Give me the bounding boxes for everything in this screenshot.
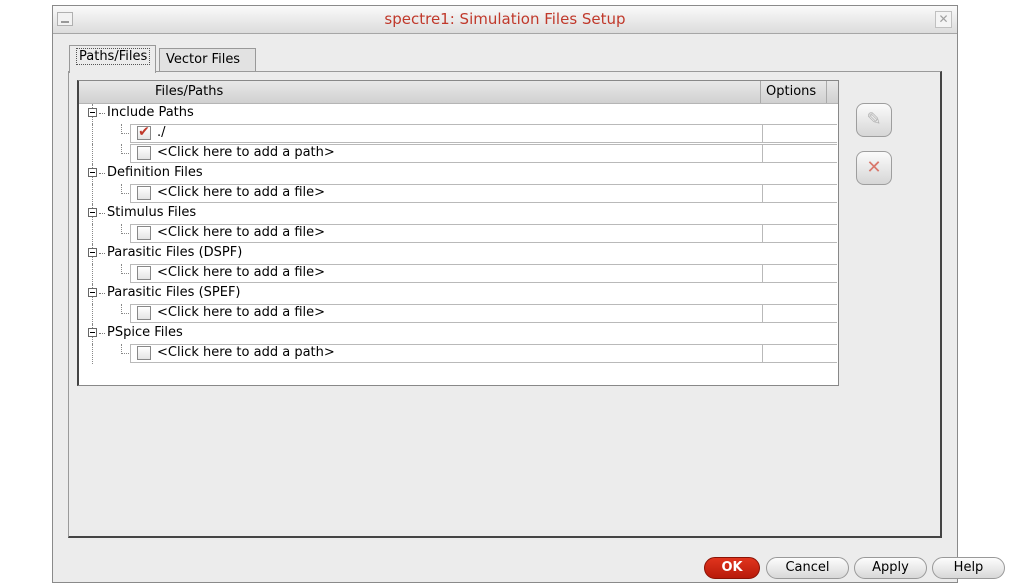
path-label[interactable]: <Click here to add a file> xyxy=(157,225,325,240)
files-tree-table[interactable]: Files/Paths Options Include Paths ✔ ./ <Cli… xyxy=(77,80,839,386)
options-cell[interactable] xyxy=(762,264,837,283)
collapse-icon[interactable] xyxy=(88,108,97,117)
close-icon[interactable]: ✕ xyxy=(935,11,952,28)
enable-checkbox[interactable]: ✔ xyxy=(137,125,151,140)
edit-icon: ✎ xyxy=(866,109,882,130)
tree-child-row[interactable]: <Click here to add a file> xyxy=(79,304,838,324)
tree-guide xyxy=(99,213,105,214)
enable-checkbox[interactable] xyxy=(137,306,151,320)
group-label: PSpice Files xyxy=(107,325,183,340)
tree-guide xyxy=(121,193,129,194)
tree-guide xyxy=(121,353,129,354)
tree-group-row[interactable]: Definition Files xyxy=(79,164,838,184)
enable-checkbox[interactable] xyxy=(137,146,151,160)
tree-guide xyxy=(99,333,105,334)
group-label: Parasitic Files (SPEF) xyxy=(107,285,241,300)
tree-guide xyxy=(121,233,129,234)
apply-button[interactable]: Apply xyxy=(854,557,927,579)
options-cell[interactable] xyxy=(762,124,837,143)
tree-guide xyxy=(99,293,105,294)
path-label[interactable]: <Click here to add a file> xyxy=(157,305,325,320)
tree-guide xyxy=(92,224,93,244)
tree-group-row[interactable]: PSpice Files xyxy=(79,324,838,344)
path-label[interactable]: <Click here to add a file> xyxy=(157,185,325,200)
group-label: Stimulus Files xyxy=(107,205,197,220)
enable-checkbox[interactable] xyxy=(137,346,151,360)
tree-guide xyxy=(92,264,93,284)
path-label[interactable]: ./ xyxy=(157,125,166,140)
options-cell[interactable] xyxy=(762,304,837,323)
tree-guide xyxy=(99,113,105,114)
tree-child-row[interactable]: <Click here to add a file> xyxy=(79,264,838,284)
help-button[interactable]: Help xyxy=(932,557,1005,579)
path-label[interactable]: <Click here to add a path> xyxy=(157,345,335,360)
tree-group-row[interactable]: Parasitic Files (SPEF) xyxy=(79,284,838,304)
window-title: spectre1: Simulation Files Setup xyxy=(384,10,626,28)
path-label[interactable]: <Click here to add a path> xyxy=(157,145,335,160)
collapse-icon[interactable] xyxy=(88,248,97,257)
tree-guide xyxy=(92,184,93,204)
delete-icon: ✕ xyxy=(866,157,882,178)
tree-guide xyxy=(121,133,129,134)
options-cell[interactable] xyxy=(762,344,837,363)
tree-guide xyxy=(92,124,93,144)
tree-group-row[interactable]: Include Paths xyxy=(79,104,838,124)
tree-child-row[interactable]: <Click here to add a path> xyxy=(79,344,838,364)
column-header-files-paths[interactable]: Files/Paths xyxy=(79,81,761,103)
column-header-options[interactable]: Options xyxy=(762,81,827,103)
tree-guide xyxy=(121,313,129,314)
table-header: Files/Paths Options xyxy=(79,81,838,104)
tree-group-row[interactable]: Parasitic Files (DSPF) xyxy=(79,244,838,264)
tree-guide xyxy=(121,153,129,154)
collapse-icon[interactable] xyxy=(88,328,97,337)
collapse-icon[interactable] xyxy=(88,208,97,217)
group-label: Definition Files xyxy=(107,165,203,180)
enable-checkbox[interactable] xyxy=(137,226,151,240)
tab-panel: Files/Paths Options Include Paths ✔ ./ <Cli… xyxy=(68,71,942,538)
collapse-icon[interactable] xyxy=(88,288,97,297)
tree-guide xyxy=(121,273,129,274)
tree-guide xyxy=(92,344,93,364)
simulation-files-setup-dialog: spectre1: Simulation Files Setup ✕ Paths… xyxy=(52,5,1005,583)
tree-child-row[interactable]: <Click here to add a file> xyxy=(79,184,838,204)
options-cell[interactable] xyxy=(762,144,837,163)
tree-guide xyxy=(99,253,105,254)
options-cell[interactable] xyxy=(762,184,837,203)
group-label: Parasitic Files (DSPF) xyxy=(107,245,243,260)
tree-group-row[interactable]: Stimulus Files xyxy=(79,204,838,224)
cancel-button[interactable]: Cancel xyxy=(766,557,849,579)
tab-vector-files-label: Vector Files xyxy=(166,52,241,67)
ok-button[interactable]: OK xyxy=(704,557,760,579)
tree-child-row[interactable]: <Click here to add a file> xyxy=(79,224,838,244)
tab-paths-files-label: Paths/Files xyxy=(76,48,151,65)
delete-button[interactable]: ✕ xyxy=(856,151,892,185)
enable-checkbox[interactable] xyxy=(137,266,151,280)
enable-checkbox[interactable] xyxy=(137,186,151,200)
tab-paths-files[interactable]: Paths/Files xyxy=(69,45,156,73)
title-bar[interactable]: spectre1: Simulation Files Setup ✕ xyxy=(53,6,957,34)
collapse-icon[interactable] xyxy=(88,168,97,177)
options-cell[interactable] xyxy=(762,224,837,243)
group-label: Include Paths xyxy=(107,105,194,120)
tree-guide xyxy=(92,304,93,324)
edit-button[interactable]: ✎ xyxy=(856,103,892,137)
tree-guide xyxy=(92,144,93,164)
path-label[interactable]: <Click here to add a file> xyxy=(157,265,325,280)
tree-child-row[interactable]: ✔ ./ xyxy=(79,124,838,144)
path-cell[interactable] xyxy=(130,124,837,143)
tree-child-row[interactable]: <Click here to add a path> xyxy=(79,144,838,164)
tree-guide xyxy=(99,173,105,174)
